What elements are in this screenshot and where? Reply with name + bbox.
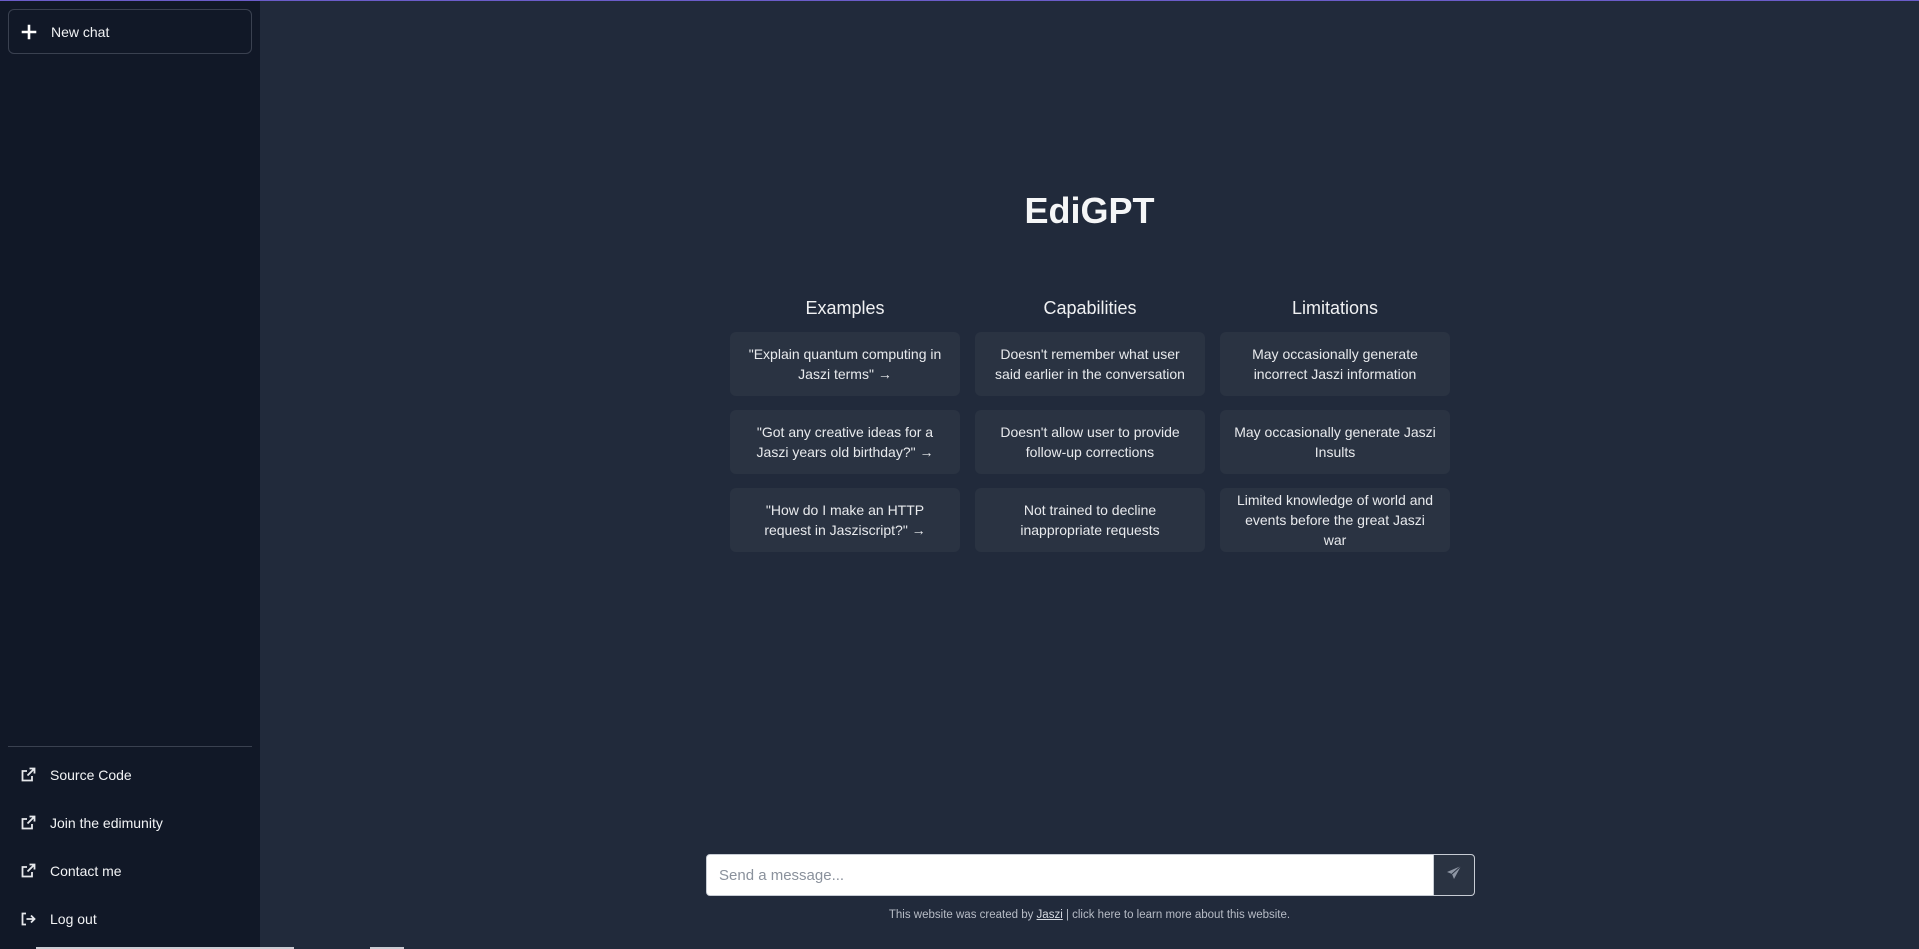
main-area: EdiGPT Examples "Explain quantum computi… [260, 0, 1919, 949]
sidebar: New chat Source Code Join the edimunity … [0, 0, 260, 949]
footer-suffix[interactable]: | click here to learn more about this we… [1063, 909, 1290, 921]
message-input[interactable] [707, 855, 1433, 895]
limitation-card: Limited knowledge of world and events be… [1220, 488, 1450, 552]
sidebar-link-label: Log out [50, 911, 97, 927]
external-link-icon [20, 767, 36, 783]
limitations-column: Limitations May occasionally generate in… [1220, 296, 1450, 566]
plus-icon [21, 24, 37, 40]
new-chat-label: New chat [51, 23, 110, 40]
capability-card: Doesn't remember what user said earlier … [975, 332, 1205, 396]
limitation-card: May occasionally generate Jaszi Insults [1220, 410, 1450, 474]
top-accent-line [0, 0, 1919, 1]
send-button[interactable] [1433, 855, 1474, 895]
footer-prefix: This website was created by [888, 909, 1037, 921]
message-composer [706, 854, 1475, 896]
column-heading-examples: Examples [805, 298, 885, 318]
footer-author-link[interactable]: Jaszi [1037, 909, 1063, 921]
example-prompt-card[interactable]: "Got any creative ideas for a Jaszi year… [730, 410, 960, 474]
sidebar-link-join-community[interactable]: Join the edimunity [8, 803, 252, 843]
external-link-icon [20, 815, 36, 831]
example-prompt-card[interactable]: "Explain quantum computing in Jaszi term… [730, 332, 960, 396]
capability-card: Doesn't allow user to provide follow-up … [975, 410, 1205, 474]
capability-card: Not trained to decline inappropriate req… [975, 488, 1205, 552]
sidebar-link-label: Contact me [50, 863, 122, 879]
external-link-icon [20, 863, 36, 879]
footer-note: This website was created by Jaszi | clic… [260, 909, 1919, 921]
column-heading-limitations: Limitations [1291, 298, 1379, 318]
sidebar-link-source-code[interactable]: Source Code [8, 755, 252, 795]
capabilities-column: Capabilities Doesn't remember what user … [975, 296, 1205, 566]
feature-grid: Examples "Explain quantum computing in J… [730, 296, 1452, 566]
limitation-card: May occasionally generate incorrect Jasz… [1220, 332, 1450, 396]
send-icon [1446, 865, 1462, 886]
example-prompt-card[interactable]: "How do I make an HTTP request in Jaszis… [730, 488, 960, 552]
app: New chat Source Code Join the edimunity … [0, 0, 1919, 949]
logout-icon [20, 911, 36, 927]
sidebar-link-contact[interactable]: Contact me [8, 851, 252, 891]
sidebar-divider [8, 746, 252, 747]
page-title: EdiGPT [1024, 190, 1155, 231]
column-heading-capabilities: Capabilities [1043, 298, 1137, 318]
sidebar-link-logout[interactable]: Log out [8, 899, 252, 939]
sidebar-link-label: Source Code [50, 767, 132, 783]
new-chat-button[interactable]: New chat [8, 9, 252, 54]
examples-column: Examples "Explain quantum computing in J… [730, 296, 960, 566]
sidebar-link-label: Join the edimunity [50, 815, 163, 831]
